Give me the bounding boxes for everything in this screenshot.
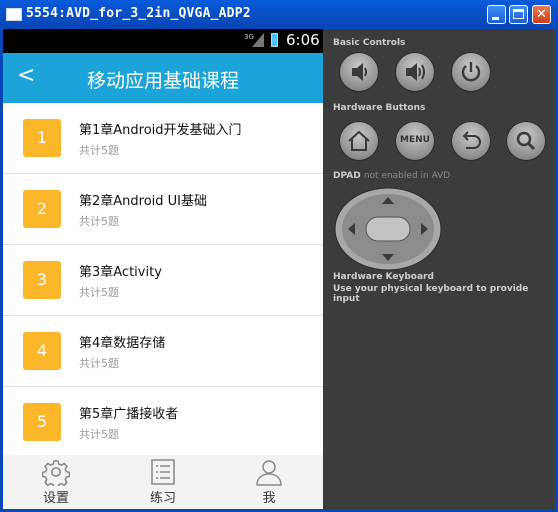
signal-icon [252,33,264,47]
chapter-number-badge: 5 [23,403,61,441]
bottom-nav: 设置 练习 我 [3,455,323,509]
search-button[interactable] [507,122,545,160]
keyboard-heading: Hardware Keyboard [333,272,434,282]
minimize-icon [492,17,499,20]
status-bar: 3G 6:06 [3,29,323,53]
app-bar: < 移动应用基础课程 [3,53,323,103]
home-icon [348,130,370,151]
close-icon: ✕ [536,7,547,22]
dpad-control[interactable] [334,187,442,271]
chapter-title: 第5章广播接收者 [79,407,179,422]
emulator-window: 5554:AVD_for_3_2in_QVGA_ADP2 ✕ 3G 6:06 <… [0,0,558,512]
hardware-buttons-heading: Hardware Buttons [333,103,426,113]
window-app-icon [6,8,22,21]
chapter-title: 第2章Android UI基础 [79,194,208,209]
person-icon [256,460,282,486]
volume-up-button[interactable] [396,53,434,91]
nav-me[interactable]: 我 [229,455,309,509]
chapter-number-badge: 1 [23,119,61,157]
volume-down-button[interactable] [340,53,378,91]
chapter-count: 共计5题 [79,215,119,228]
list-icon [151,459,175,485]
maximize-icon [513,9,524,19]
chapter-count: 共计5题 [79,428,119,441]
nav-label: 我 [262,491,276,506]
chapter-number-badge: 4 [23,332,61,370]
nav-label: 设置 [42,491,69,506]
home-button[interactable] [340,122,378,160]
chapter-item[interactable]: 1 第1章Android开发基础入门 共计5题 [3,103,323,174]
power-button[interactable] [452,53,490,91]
dpad-heading: DPAD not enabled in AVD [333,171,450,181]
chapter-count: 共计5题 [79,286,119,299]
back-icon [462,131,481,149]
dpad-label: DPAD [333,171,361,181]
chapter-title: 第1章Android开发基础入门 [79,123,242,138]
window-titlebar[interactable]: 5554:AVD_for_3_2in_QVGA_ADP2 ✕ [0,0,558,29]
chapter-title: 第3章Activity [79,265,162,280]
chapter-item[interactable]: 2 第2章Android UI基础 共计5题 [3,174,323,245]
volume-down-icon [352,63,367,81]
emulator-controls: Basic Controls Hardware Buttons MENU DPA… [323,29,555,509]
minimize-button[interactable] [487,5,506,24]
menu-button[interactable]: MENU [396,122,434,160]
close-button[interactable]: ✕ [532,5,551,24]
nav-exercise[interactable]: 练习 [123,455,203,509]
chapter-count: 共计5题 [79,357,119,370]
nav-label: 练习 [149,491,176,506]
nav-settings[interactable]: 设置 [16,455,96,509]
chapter-item[interactable]: 5 第5章广播接收者 共计5题 [3,387,323,458]
basic-controls-heading: Basic Controls [333,38,406,48]
page-title: 移动应用基础课程 [86,70,239,92]
power-icon [461,62,481,82]
chapter-number-badge: 3 [23,261,61,299]
chapter-number-badge: 2 [23,190,61,228]
chapter-item[interactable]: 4 第4章数据存储 共计5题 [3,316,323,387]
search-icon [516,131,536,151]
volume-up-icon [406,63,425,81]
chapter-title: 第4章数据存储 [79,336,166,351]
chapter-count: 共计5题 [79,144,119,157]
back-button[interactable] [452,122,490,160]
window-title: 5554:AVD_for_3_2in_QVGA_ADP2 [26,6,251,21]
maximize-button[interactable] [509,5,528,24]
keyboard-note: Use your physical keyboard to provide in… [333,284,529,304]
gear-icon [42,460,70,486]
status-time: 6:06 [286,31,320,49]
battery-icon [271,33,278,47]
chapter-item[interactable]: 3 第3章Activity 共计5题 [3,245,323,316]
menu-button-label: MENU [400,135,430,145]
dpad-note: not enabled in AVD [363,171,451,181]
phone-screen: 3G 6:06 < 移动应用基础课程 1 第1章Android开发基础入门 共计… [3,29,323,509]
